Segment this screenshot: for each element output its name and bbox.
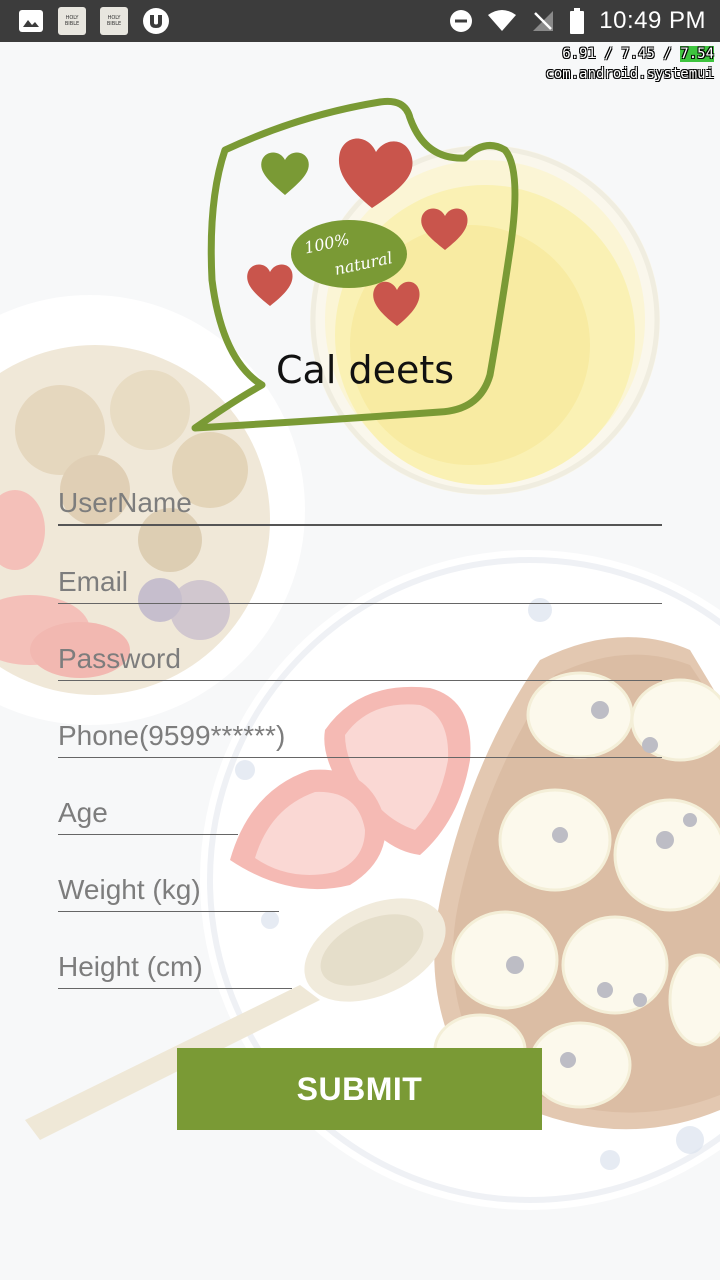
do-not-disturb-icon bbox=[450, 10, 473, 32]
load-separator: / bbox=[595, 46, 622, 62]
app-title: Cal deets bbox=[276, 348, 455, 392]
clock-time: 10:49 PM bbox=[599, 7, 706, 34]
submit-button[interactable]: SUBMIT bbox=[177, 1048, 542, 1130]
wifi-icon bbox=[488, 10, 517, 31]
load-5min: 7.45 bbox=[621, 46, 655, 62]
process-name: com.android.systemui bbox=[545, 66, 714, 82]
image-icon bbox=[19, 10, 43, 32]
phone-field[interactable] bbox=[58, 718, 662, 758]
height-field[interactable] bbox=[58, 949, 292, 989]
username-field[interactable] bbox=[58, 486, 662, 526]
heart-icon bbox=[421, 208, 468, 250]
load-1min: 6.91 bbox=[562, 46, 596, 62]
load-averages: 6.91 / 7.45 / 7.54 bbox=[545, 44, 714, 64]
load-15min: 7.54 bbox=[680, 46, 714, 62]
bible-icon-label: HOLY BIBLE bbox=[64, 15, 80, 27]
email-field[interactable] bbox=[58, 564, 662, 604]
load-separator: / bbox=[654, 46, 681, 62]
age-field[interactable] bbox=[58, 795, 238, 835]
utorrent-icon bbox=[143, 8, 169, 34]
bible-icon-label: HOLY BIBLE bbox=[106, 15, 122, 27]
weight-field[interactable] bbox=[58, 872, 279, 912]
password-field[interactable] bbox=[58, 641, 662, 681]
cpu-load-overlay: 6.91 / 7.45 / 7.54 com.android.systemui bbox=[545, 44, 714, 84]
bible-app-icon: HOLY BIBLE bbox=[58, 7, 86, 35]
no-signal-icon bbox=[533, 11, 554, 31]
heart-icon bbox=[261, 152, 309, 195]
battery-icon bbox=[570, 8, 585, 34]
heart-icon bbox=[247, 264, 293, 306]
heart-icon bbox=[338, 138, 413, 208]
status-bar: HOLY BIBLE HOLY BIBLE 10:49 PM bbox=[0, 0, 720, 42]
heart-icon bbox=[373, 281, 420, 326]
bible-app-icon: HOLY BIBLE bbox=[100, 7, 128, 35]
